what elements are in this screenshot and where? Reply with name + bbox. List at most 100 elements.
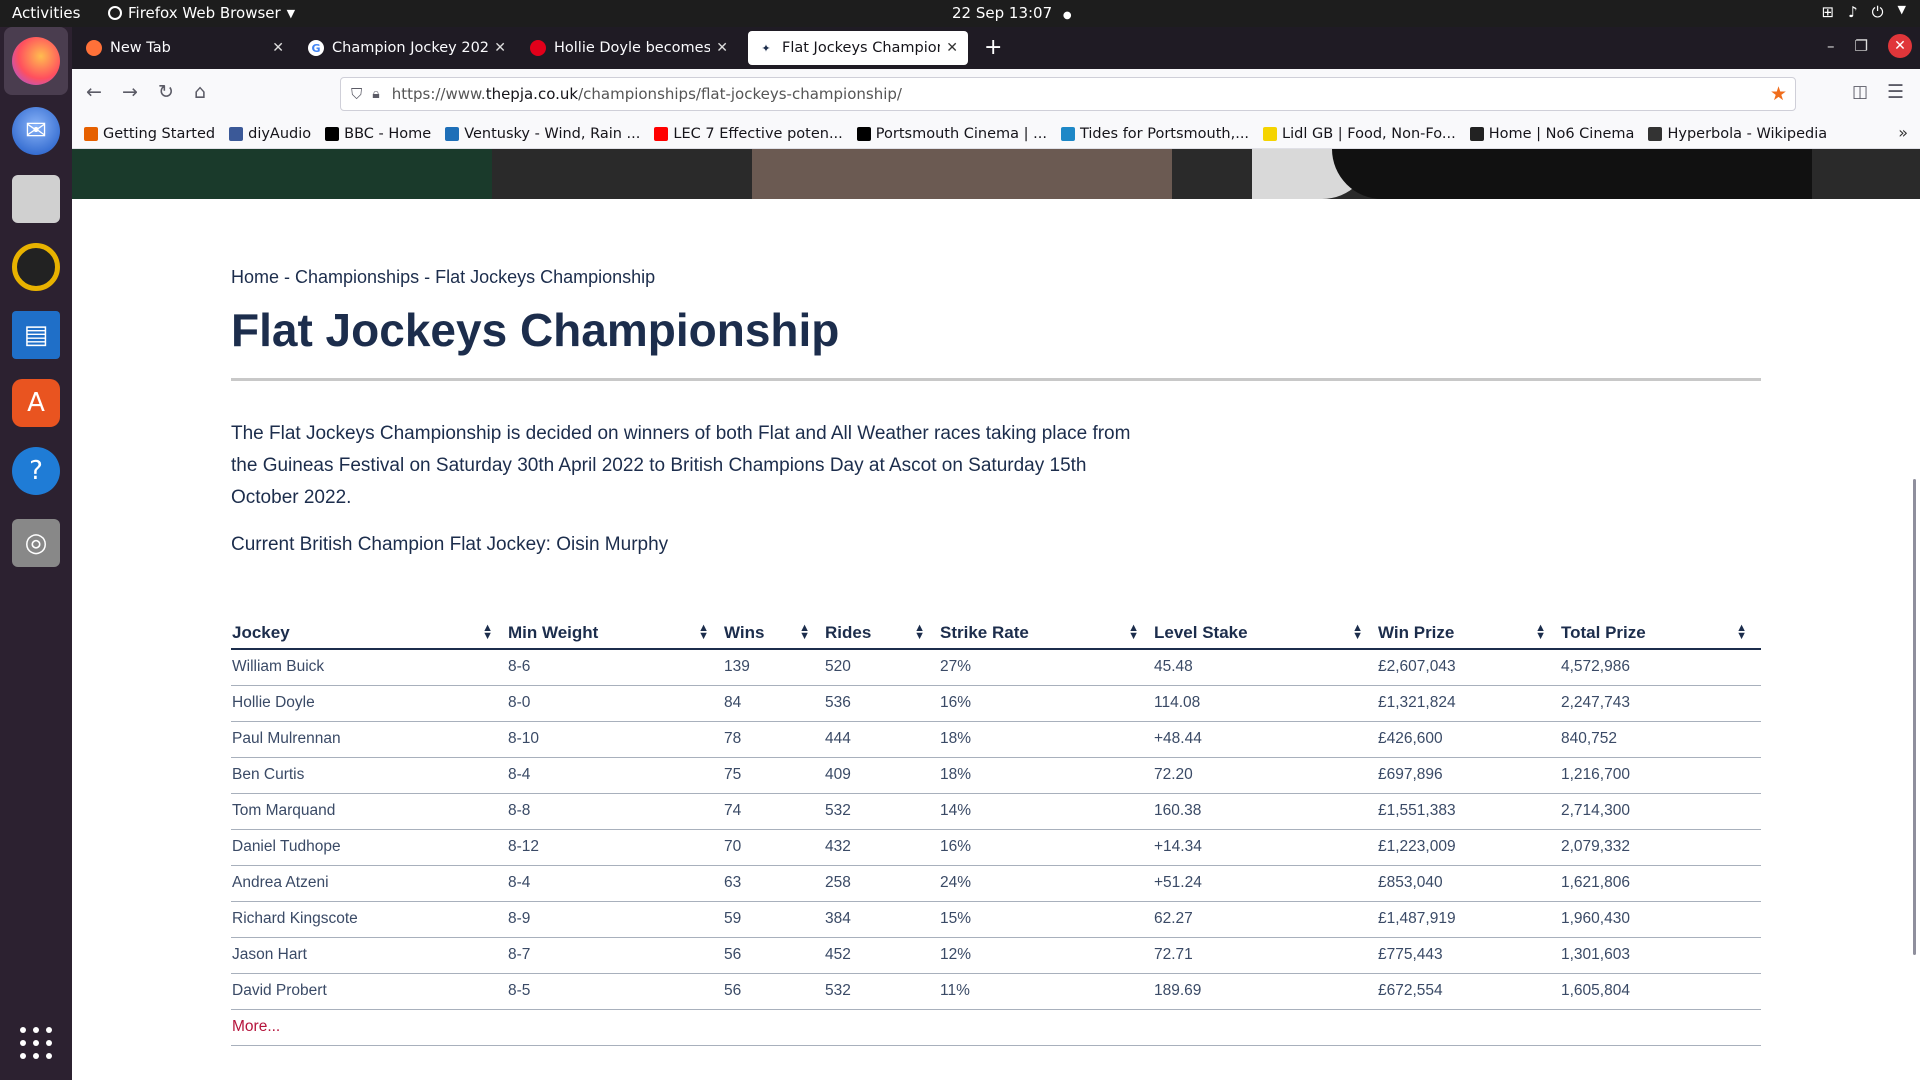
writer-dock-icon[interactable]: ▤ bbox=[12, 311, 60, 359]
help-dock-icon[interactable]: ? bbox=[12, 447, 60, 495]
show-apps-icon[interactable] bbox=[20, 1027, 52, 1059]
firefox-icon bbox=[84, 126, 98, 141]
sort-icon[interactable]: ▲ ▼ bbox=[698, 623, 709, 642]
column-header[interactable]: Total Prize ▲ ▼ bbox=[1560, 617, 1761, 650]
reload-icon[interactable]: ↻ bbox=[158, 81, 174, 103]
url-text[interactable]: https://www.thepja.co.uk/championships/f… bbox=[392, 85, 902, 103]
bbc-icon bbox=[325, 126, 340, 141]
more-link[interactable]: More... bbox=[232, 1018, 280, 1035]
home-icon[interactable]: ⌂ bbox=[194, 81, 206, 103]
table-cell: 160.38 bbox=[1153, 793, 1377, 830]
rhythmbox-dock-icon[interactable] bbox=[12, 243, 60, 291]
table-cell: 1,605,804 bbox=[1560, 973, 1761, 1010]
back-arrow-icon[interactable]: ← bbox=[86, 81, 102, 103]
column-header[interactable]: Jockey ▲ ▼ bbox=[231, 617, 507, 650]
caret-down-icon: ▼ bbox=[286, 6, 296, 20]
sort-icon[interactable]: ▲ ▼ bbox=[914, 623, 925, 642]
pocket-icon[interactable]: ◫ bbox=[1852, 82, 1868, 102]
column-header[interactable]: Level Stake ▲ ▼ bbox=[1153, 617, 1377, 650]
system-tray[interactable]: ⊞ ♪ ⏻ ▼ bbox=[1822, 3, 1907, 21]
bookmark-item[interactable]: diyAudio bbox=[229, 126, 311, 142]
table-cell: 8-10 bbox=[507, 721, 723, 758]
bookmark-item[interactable]: Hyperbola - Wikipedia bbox=[1648, 126, 1827, 142]
url-bar[interactable]: ⛉ 🔒︎ https://www.thepja.co.uk/championsh… bbox=[340, 77, 1796, 111]
bookmark-item[interactable]: Tides for Portsmouth,... bbox=[1060, 126, 1249, 142]
hamburger-menu-icon[interactable]: ☰ bbox=[1887, 81, 1904, 103]
table-cell: £672,554 bbox=[1377, 973, 1560, 1010]
window-close-icon[interactable]: ✕ bbox=[1888, 34, 1912, 58]
sort-icon[interactable]: ▲ ▼ bbox=[482, 623, 493, 642]
volume-icon[interactable]: ♪ bbox=[1848, 3, 1858, 21]
sort-icon[interactable]: ▲ ▼ bbox=[1352, 623, 1363, 642]
firefox-dock-icon[interactable] bbox=[12, 37, 60, 85]
intro-paragraph: The Flat Jockeys Championship is decided… bbox=[231, 423, 1131, 508]
network-icon[interactable]: ⊞ bbox=[1822, 3, 1835, 21]
bookmark-item[interactable]: Ventusky - Wind, Rain ... bbox=[445, 126, 640, 142]
bookmark-label: Home | No6 Cinema bbox=[1488, 125, 1635, 142]
software-dock-icon[interactable]: A bbox=[12, 379, 60, 427]
tray-caret-icon[interactable]: ▼ bbox=[1898, 3, 1906, 21]
column-header[interactable]: Strike Rate ▲ ▼ bbox=[939, 617, 1153, 650]
page-scrollbar[interactable] bbox=[1913, 479, 1916, 955]
column-header[interactable]: Wins ▲ ▼ bbox=[723, 617, 824, 650]
lock-icon[interactable]: 🔒︎ bbox=[372, 86, 379, 102]
column-header[interactable]: Rides ▲ ▼ bbox=[824, 617, 939, 650]
column-header[interactable]: Min Weight ▲ ▼ bbox=[507, 617, 723, 650]
tab-new-tab[interactable]: New Tab ✕ bbox=[76, 31, 294, 65]
url-path: /championships/flat-jockeys-championship… bbox=[578, 85, 902, 103]
tab-close-icon[interactable]: ✕ bbox=[716, 40, 728, 56]
table-cell: 11% bbox=[939, 973, 1153, 1010]
table-cell: 75 bbox=[723, 757, 824, 794]
sort-icon[interactable]: ▲ ▼ bbox=[1535, 623, 1546, 642]
table-cell: Daniel Tudhope bbox=[231, 829, 507, 866]
app-menu[interactable]: Firefox Web Browser ▼ bbox=[108, 4, 295, 22]
clock[interactable]: 22 Sep 13:07 ● bbox=[952, 4, 1072, 22]
sort-icon[interactable]: ▲ ▼ bbox=[1128, 623, 1139, 642]
table-cell: William Buick bbox=[231, 649, 507, 686]
table-cell: Jason Hart bbox=[231, 937, 507, 974]
dock: ✉ ▤ A ? ◎ bbox=[0, 27, 72, 1080]
table-cell: 536 bbox=[824, 685, 939, 722]
bookmarks-overflow-icon[interactable]: » bbox=[1898, 123, 1908, 142]
minimize-icon[interactable]: – bbox=[1827, 37, 1835, 55]
table-cell: 84 bbox=[723, 685, 824, 722]
forward-arrow-icon[interactable]: → bbox=[122, 81, 138, 103]
maximize-icon[interactable]: ❐ bbox=[1855, 37, 1868, 55]
browser-window: New Tab ✕ G Champion Jockey 2022 fl ✕ Ho… bbox=[72, 27, 1920, 1080]
table-cell: £697,896 bbox=[1377, 757, 1560, 794]
table-cell: 1,216,700 bbox=[1560, 757, 1761, 794]
tab-hollie-doyle[interactable]: Hollie Doyle becomes firs ✕ bbox=[520, 31, 738, 65]
table-row: Andrea Atzeni 8-4 63 258 24% +51.24 £853,040 1,… bbox=[231, 865, 1761, 902]
tab-flat-jockeys-championship[interactable]: ✦ Flat Jockeys Championsh ✕ bbox=[748, 31, 968, 65]
bookmark-item[interactable]: LEC 7 Effective poten... bbox=[654, 126, 843, 142]
more-cell: More... bbox=[231, 1009, 1761, 1046]
disc-dock-icon[interactable]: ◎ bbox=[12, 519, 60, 567]
thunderbird-dock-icon[interactable]: ✉ bbox=[12, 107, 60, 155]
bookmark-label: Getting Started bbox=[103, 125, 216, 142]
bookmarks-toolbar: Getting Started diyAudio BBC - Home Ventusk… bbox=[72, 119, 1920, 149]
system-top-bar: Activities Firefox Web Browser ▼ 22 Sep … bbox=[0, 0, 1920, 27]
column-header[interactable]: Win Prize ▲ ▼ bbox=[1377, 617, 1560, 650]
tab-close-icon[interactable]: ✕ bbox=[494, 40, 506, 56]
tracking-shield-icon[interactable]: ⛉ bbox=[351, 85, 362, 103]
power-icon[interactable]: ⏻ bbox=[1872, 3, 1884, 21]
sort-icon[interactable]: ▲ ▼ bbox=[1736, 623, 1747, 642]
bookmark-item[interactable]: BBC - Home bbox=[325, 126, 431, 142]
files-dock-icon[interactable] bbox=[12, 175, 60, 223]
tab-close-icon[interactable]: ✕ bbox=[946, 40, 958, 56]
table-cell: 59 bbox=[723, 901, 824, 938]
tab-close-icon[interactable]: ✕ bbox=[272, 40, 284, 56]
activities-button[interactable]: Activities bbox=[12, 4, 80, 22]
table-cell: 452 bbox=[824, 937, 939, 974]
lidl-icon bbox=[1263, 126, 1278, 141]
bookmark-item[interactable]: Home | No6 Cinema bbox=[1469, 125, 1635, 142]
bookmark-item[interactable]: Lidl GB | Food, Non-Fo... bbox=[1263, 126, 1456, 142]
breadcrumb[interactable]: Home - Championships - Flat Jockeys Cham… bbox=[231, 267, 655, 288]
bookmark-star-icon[interactable]: ★ bbox=[1770, 83, 1787, 105]
table-cell: 532 bbox=[824, 793, 939, 830]
bookmark-item[interactable]: Portsmouth Cinema | ... bbox=[856, 126, 1047, 142]
new-tab-plus-icon[interactable]: + bbox=[984, 35, 1002, 60]
tab-champion-jockey[interactable]: G Champion Jockey 2022 fl ✕ bbox=[298, 31, 516, 65]
bookmark-item[interactable]: Getting Started bbox=[84, 126, 215, 142]
sort-icon[interactable]: ▲ ▼ bbox=[799, 623, 810, 642]
